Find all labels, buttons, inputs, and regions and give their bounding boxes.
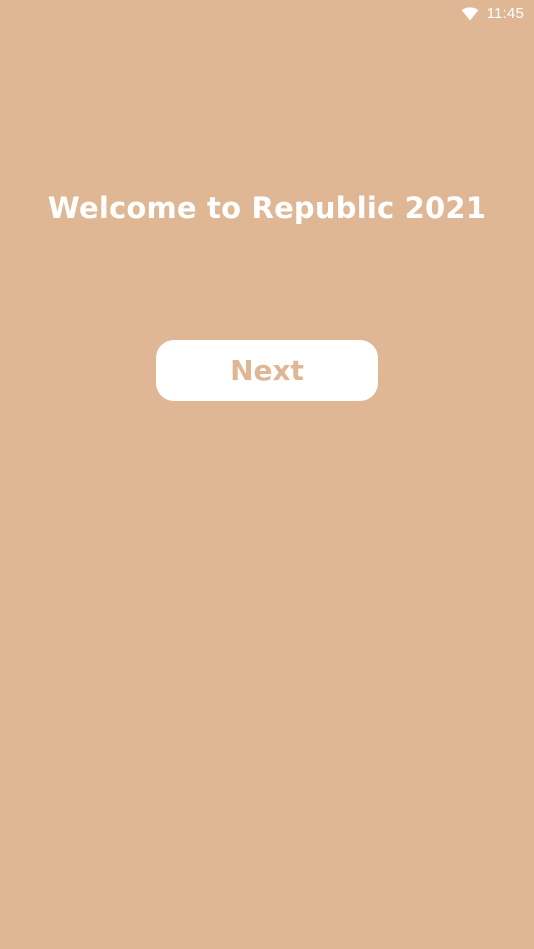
- next-button[interactable]: Next: [156, 340, 378, 401]
- status-icons: 11:45: [461, 4, 524, 24]
- welcome-title: Welcome to Republic 2021: [47, 191, 487, 225]
- status-time: 11:45: [486, 5, 524, 22]
- status-bar: 11:45: [0, 0, 534, 28]
- wifi-icon: [461, 7, 479, 21]
